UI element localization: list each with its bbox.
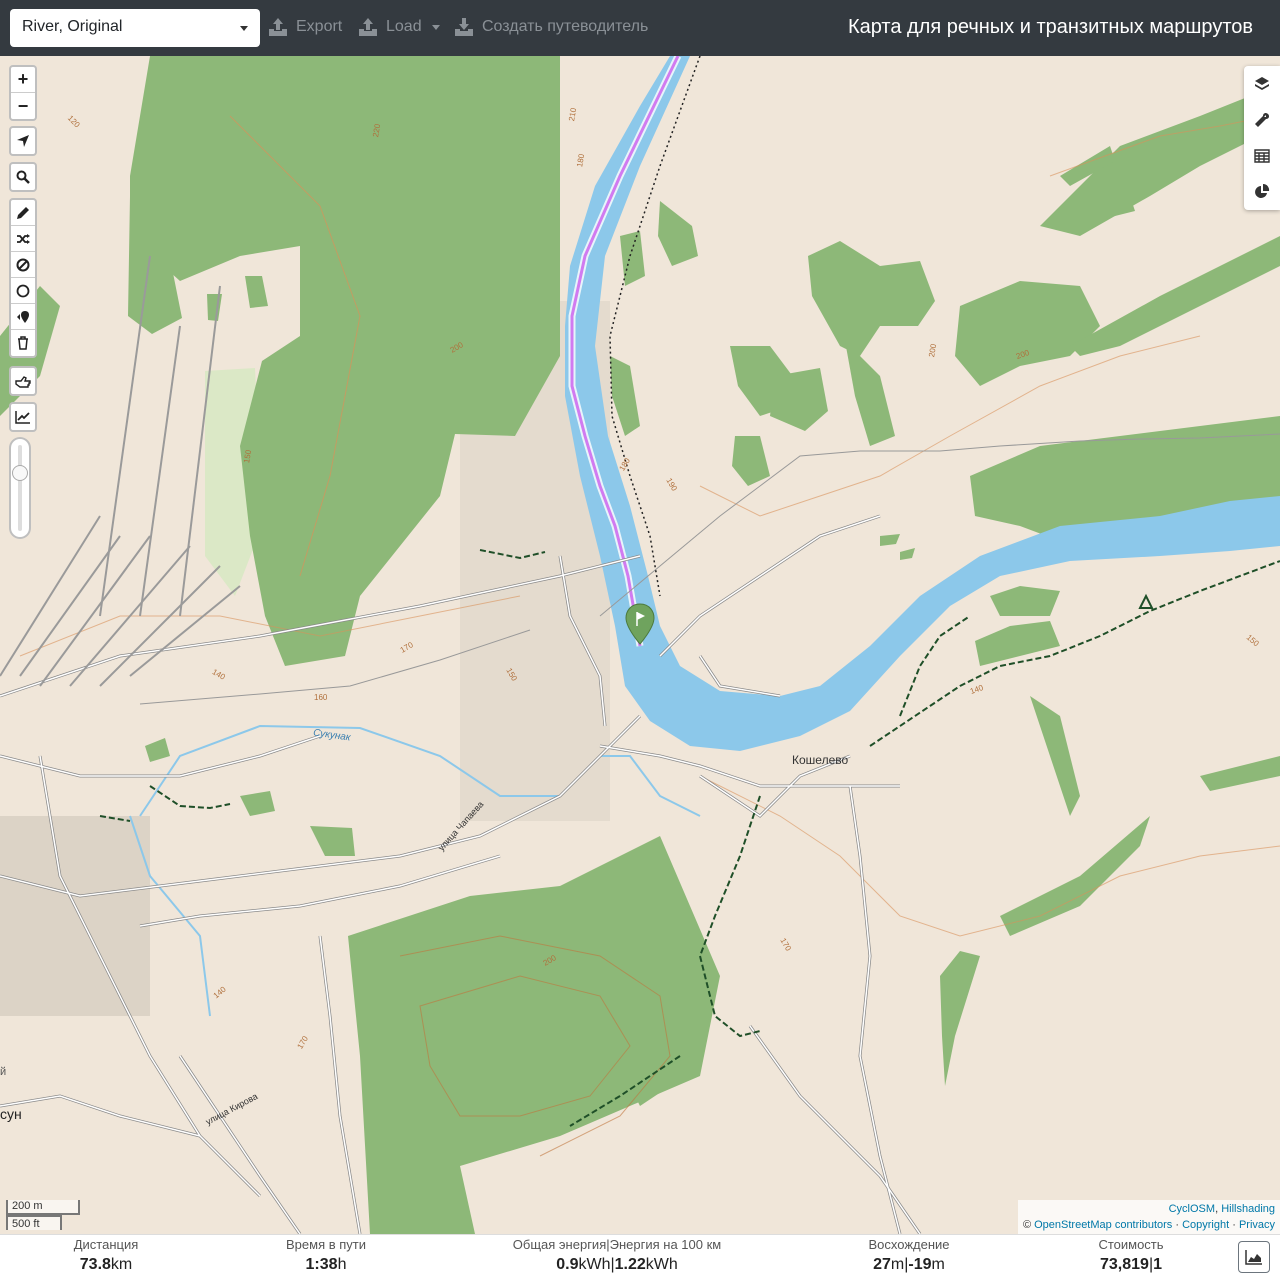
- layers-icon: [1255, 77, 1269, 90]
- profile-select[interactable]: River, Original: [10, 9, 260, 47]
- export-button[interactable]: Export: [268, 15, 342, 39]
- create-guide-button[interactable]: Создать путеводитель: [454, 15, 648, 39]
- shuffle-icon: [17, 233, 30, 244]
- right-toolbar: [1244, 66, 1280, 210]
- stat-time: Время в пути 1:38h: [266, 1237, 386, 1277]
- map-canvas[interactable]: Кошелево улица Чапаева улица Кирова Суку…: [0, 56, 1280, 1234]
- elevation-profile-button[interactable]: [1238, 1241, 1270, 1273]
- energy-per-100-label: Энергия на 100 км: [609, 1237, 722, 1252]
- cyclosm-link[interactable]: CyclOSM: [1169, 1203, 1215, 1215]
- profile-select-value: River, Original: [22, 18, 123, 35]
- elevation-chart-icon: [15, 411, 30, 424]
- energy-label: Общая энергия: [512, 1237, 607, 1252]
- descent-unit: m: [931, 1256, 945, 1273]
- time-label: Время в пути: [286, 1237, 366, 1252]
- energy-unit: kWh: [578, 1256, 611, 1273]
- wrench-icon: [1255, 112, 1270, 127]
- upload-icon: [359, 18, 377, 36]
- pencil-icon: [17, 206, 29, 219]
- hand-icon: [15, 376, 31, 388]
- draw-route-button[interactable]: [11, 200, 35, 226]
- copyright-link[interactable]: Copyright: [1182, 1219, 1229, 1231]
- distance-label: Дистанция: [73, 1237, 139, 1252]
- top-navbar: River, Original Export Load Создать путе…: [0, 0, 1280, 56]
- hand-control: [9, 366, 37, 396]
- hillshading-link[interactable]: Hillshading: [1221, 1203, 1275, 1215]
- ban-icon: [16, 258, 30, 271]
- distance-unit: km: [110, 1256, 133, 1273]
- town-label: сун: [0, 1106, 22, 1122]
- village-label: Кошелево: [792, 753, 849, 767]
- elevation-chart-button[interactable]: [11, 404, 35, 430]
- distance-value: 73.8: [79, 1256, 111, 1273]
- load-label: Load: [386, 18, 422, 35]
- map-attribution: CyclOSM, Hillshading © OpenStreetMap con…: [1017, 1200, 1280, 1234]
- stat-distance: Дистанция 73.8km: [56, 1237, 156, 1277]
- load-button[interactable]: Load: [358, 15, 440, 39]
- edge-label: й: [0, 1066, 7, 1078]
- download-icon: [455, 18, 473, 36]
- settings-button[interactable]: [1244, 102, 1280, 138]
- route-stats-bar: Дистанция 73.8km Время в пути 1:38h Обща…: [0, 1234, 1280, 1280]
- time-unit: h: [337, 1256, 347, 1273]
- app-title: Карта для речных и транзитных маршрутов: [847, 16, 1253, 38]
- export-icon: [269, 18, 287, 36]
- energy-per-100-unit: kWh: [645, 1256, 678, 1273]
- stat-energy: Общая энергия|Энергия на 100 км 0.9kWh|1…: [502, 1237, 732, 1277]
- search-icon: [16, 170, 30, 184]
- ascent-label: Восхождение: [868, 1237, 950, 1252]
- create-guide-label: Создать путеводитель: [482, 18, 649, 35]
- chevron-down-icon: [240, 26, 248, 31]
- cost-label: Стоимость: [1098, 1237, 1164, 1252]
- stat-cost: Стоимость 73,819|1: [1071, 1237, 1191, 1277]
- map-scale: 200 m 500 ft: [6, 1200, 80, 1230]
- chevron-down-icon: [431, 24, 440, 30]
- poi-button[interactable]: [11, 304, 35, 330]
- map-tiles: [0, 56, 1280, 1234]
- opacity-slider[interactable]: [9, 437, 31, 539]
- cost-value: 73,819: [1100, 1256, 1149, 1273]
- energy-value: 0.9: [556, 1256, 579, 1273]
- nogo-area-button[interactable]: [11, 252, 35, 278]
- osm-contributors-link[interactable]: OpenStreetMap contributors: [1034, 1219, 1172, 1231]
- ascent-unit: m: [890, 1256, 905, 1273]
- pie-chart-icon: [1255, 184, 1270, 198]
- cost-value-2: 1: [1153, 1256, 1162, 1273]
- zoom-in-button[interactable]: +: [11, 67, 35, 93]
- analysis-button[interactable]: [1244, 174, 1280, 210]
- slider-track: [18, 445, 22, 531]
- delete-route-button[interactable]: [11, 330, 35, 356]
- zoom-out-button[interactable]: −: [11, 93, 35, 119]
- stat-ascent: Восхождение 27m|-19m: [849, 1237, 969, 1277]
- trash-icon: [18, 336, 28, 350]
- scale-imperial: 500 ft: [6, 1215, 62, 1230]
- copyright-symbol: ©: [1022, 1219, 1032, 1231]
- slider-handle[interactable]: [12, 465, 28, 481]
- layers-button[interactable]: [1244, 66, 1280, 102]
- table-button[interactable]: [1244, 138, 1280, 174]
- locate-icon: [17, 135, 29, 147]
- draw-toolbar: [9, 198, 37, 358]
- reverse-route-button[interactable]: [11, 226, 35, 252]
- scale-metric: 200 m: [6, 1200, 80, 1215]
- table-icon: [1254, 149, 1270, 163]
- zoom-control: + −: [9, 65, 37, 121]
- time-value: 1:38: [305, 1256, 338, 1273]
- area-chart-icon: [1245, 1250, 1262, 1265]
- contour-label: 160: [314, 693, 328, 702]
- export-label: Export: [296, 18, 343, 35]
- energy-per-100-value: 1.22: [614, 1256, 646, 1273]
- poi-icon: [17, 310, 29, 323]
- locate-button[interactable]: [11, 128, 35, 154]
- privacy-link[interactable]: Privacy: [1239, 1219, 1275, 1231]
- descent-value: -19: [908, 1256, 932, 1273]
- elevation-control: [9, 402, 37, 432]
- locate-control: [9, 126, 37, 156]
- circle-tool-button[interactable]: [11, 278, 35, 304]
- pan-button[interactable]: [11, 368, 35, 394]
- search-control: [9, 162, 37, 192]
- circle-icon: [16, 284, 30, 297]
- ascent-value: 27: [873, 1256, 891, 1273]
- search-button[interactable]: [11, 164, 35, 190]
